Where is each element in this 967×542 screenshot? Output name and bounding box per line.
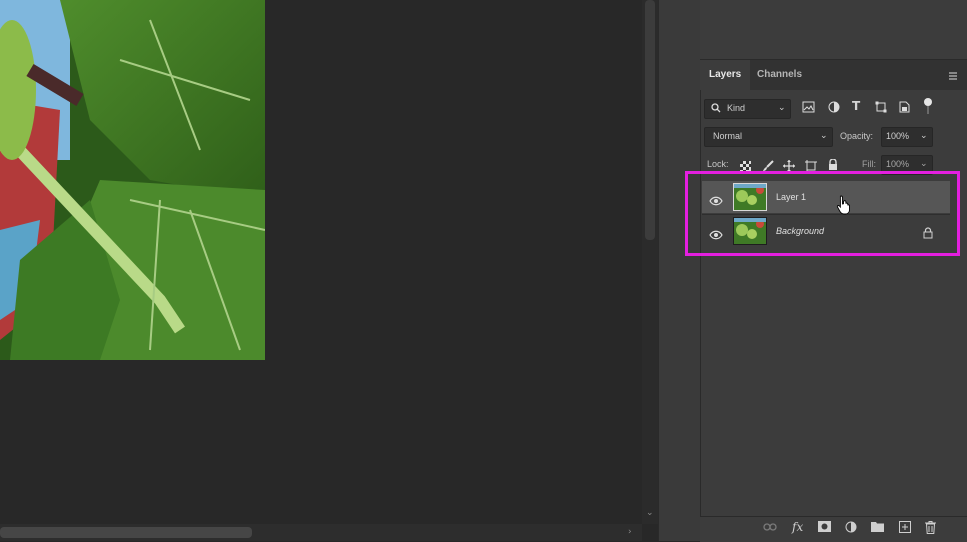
document-canvas[interactable] [0, 0, 642, 541]
new-adjustment-layer-icon[interactable] [845, 521, 857, 536]
new-group-folder-icon[interactable] [871, 521, 884, 535]
layer-style-fx-icon[interactable]: fx [792, 520, 803, 534]
upper-panel-area [700, 0, 967, 60]
smart-object-filter-icon[interactable] [899, 101, 910, 116]
add-mask-icon[interactable] [818, 521, 831, 535]
panel-tab-bar: Layers Channels [700, 60, 967, 90]
fig-leaf-image [0, 0, 265, 360]
chevron-down-icon[interactable]: ⌄ [920, 130, 928, 141]
scroll-right-arrow-icon[interactable]: › [628, 527, 632, 537]
chevron-down-icon: ⌄ [778, 102, 786, 112]
tab-channels[interactable]: Channels [748, 60, 811, 90]
fill-value: 100% [886, 159, 910, 169]
opacity-value: 100% [886, 131, 910, 141]
layers-bottom-toolbar: fx [700, 516, 967, 542]
panel-gutter [658, 0, 701, 541]
chevron-down-icon: ⌄ [820, 130, 828, 140]
document-image [0, 0, 265, 360]
delete-layer-trash-icon[interactable] [925, 521, 936, 537]
filter-kind-label: Kind [727, 103, 746, 113]
lock-label: Lock: [707, 159, 729, 169]
horizontal-scroll-thumb[interactable] [0, 527, 252, 538]
vertical-scroll-thumb[interactable] [645, 0, 655, 240]
image-filter-icon[interactable] [802, 101, 815, 116]
fill-label: Fill: [862, 159, 876, 169]
opacity-label: Opacity: [840, 131, 874, 141]
panel-menu-icon[interactable] [946, 68, 960, 82]
filter-toggle-icon[interactable] [924, 98, 932, 106]
chevron-down-icon[interactable]: ⌄ [920, 158, 928, 169]
filter-toggle-stem [927, 106, 929, 114]
adjustment-filter-icon[interactable] [828, 101, 840, 116]
highlight-box [685, 171, 960, 256]
link-layers-icon[interactable] [763, 521, 777, 535]
type-filter-icon[interactable]: T [852, 99, 860, 113]
tab-layers[interactable]: Layers [700, 60, 751, 90]
shape-filter-icon[interactable] [875, 101, 887, 116]
blend-mode-dropdown[interactable]: Normal ⌄ [704, 127, 833, 147]
blend-mode-value: Normal [713, 131, 743, 141]
opacity-field[interactable]: 100% ⌄ [881, 127, 933, 147]
layer-filter-dropdown[interactable]: Kind ⌄ [704, 99, 791, 119]
new-layer-icon[interactable] [899, 521, 911, 536]
scroll-down-arrow-icon[interactable]: ⌄ [646, 508, 654, 518]
search-icon [711, 103, 721, 115]
